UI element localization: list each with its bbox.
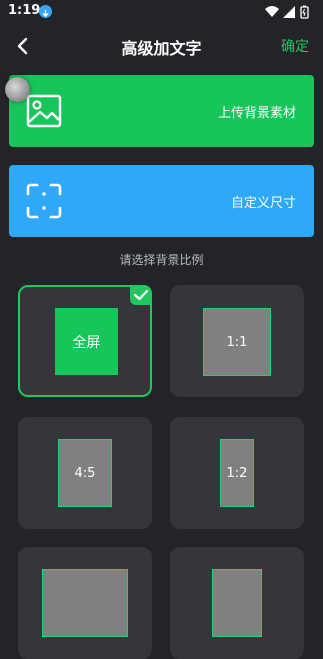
- ratio-preview: [42, 569, 128, 637]
- top-bar: 高级加文字 确定: [0, 24, 323, 68]
- ratio-preview: 4:5: [58, 439, 112, 507]
- ratio-tile-1-2[interactable]: 1:2: [170, 417, 304, 529]
- ratio-tile-6[interactable]: [170, 547, 304, 659]
- ratio-tile-1-1[interactable]: 1:1: [170, 285, 304, 397]
- ratio-preview: 全屏: [55, 308, 118, 375]
- ratio-preview: [212, 569, 262, 637]
- status-bar: 1:19: [0, 0, 323, 24]
- battery-icon: [300, 5, 309, 19]
- wifi-icon: [265, 6, 279, 17]
- status-time: 1:19: [8, 3, 41, 18]
- crop-frame-icon: [26, 183, 62, 219]
- custom-size-label: 自定义尺寸: [230, 196, 296, 211]
- confirm-button[interactable]: 确定: [281, 36, 309, 56]
- upload-background-label: 上传背景素材: [217, 106, 296, 121]
- ratio-preview: 1:1: [203, 308, 271, 376]
- ratio-tile-5[interactable]: [18, 547, 152, 659]
- custom-size-card[interactable]: 自定义尺寸: [9, 165, 314, 237]
- ratio-tile-4-5[interactable]: 4:5: [18, 417, 152, 529]
- ratio-preview: 1:2: [220, 439, 254, 507]
- upload-background-card[interactable]: 上传背景素材: [9, 75, 314, 147]
- download-badge-icon: [39, 5, 52, 18]
- selected-check-icon: [130, 285, 152, 305]
- ratio-tile-fullscreen[interactable]: 全屏: [18, 285, 152, 397]
- floating-handle[interactable]: [5, 77, 30, 102]
- image-icon: [26, 94, 62, 128]
- status-icons: [263, 4, 311, 24]
- ratio-section-title: 请选择背景比例: [119, 253, 204, 267]
- cellular-signal-icon: [283, 6, 295, 18]
- page-title: 高级加文字: [121, 39, 202, 58]
